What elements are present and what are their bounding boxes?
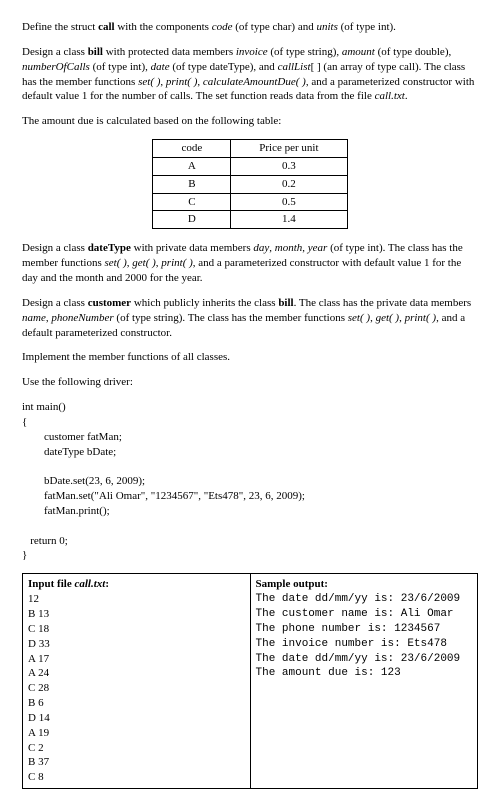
driver-code: int main() { customer fatMan; dateType b… [22,400,478,563]
text: (of type double), [375,46,451,58]
table-row: D 1.4 [153,211,347,229]
kw-month: month [275,242,303,254]
text: (of type int), [90,61,151,73]
para-struct: Define the struct call with the componen… [22,20,478,35]
para-implement: Implement the member functions of all cl… [22,350,478,365]
text: Design a class [22,297,88,309]
text: with the components [115,21,212,33]
kw-set: set( ) [104,257,126,269]
kw-calltxt: call.txt [375,90,405,102]
cell-code: D [153,211,231,229]
text: . [405,90,408,102]
text: (of type int). [338,21,396,33]
kw-calcamount: calculateAmountDue( ) [203,76,306,88]
kw-year: year [308,242,328,254]
kw-datetype: dateType [88,242,131,254]
text: (of type dateType), and [170,61,278,73]
cell-code: A [153,157,231,175]
kw-call: call [98,21,115,33]
kw-invoice: invoice [236,46,268,58]
text: which publicly inherits the class [131,297,278,309]
kw-print: print( ) [161,257,192,269]
cell-price: 1.4 [231,211,347,229]
text: (of type string). The class has the memb… [114,312,348,324]
kw-get: get( ) [132,257,156,269]
para-table-intro: The amount due is calculated based on th… [22,114,478,129]
kw-customer: customer [88,297,131,309]
kw-date: date [151,61,170,73]
kw-print: print( ) [166,76,197,88]
kw-code: code [212,21,233,33]
table-row: code Price per unit [153,140,347,158]
table-row: B 0.2 [153,175,347,193]
kw-bill: bill [88,46,103,58]
text: (of type string), [268,46,342,58]
text: (of type char) and [232,21,316,33]
kw-units: units [316,21,337,33]
table-row: Input file call.txt: 12 B 13 C 18 D 33 A… [23,574,478,789]
kw-bill: bill [278,297,293,309]
kw-set: set( ) [138,76,160,88]
kw-calllist: callList [278,61,311,73]
cell-output: Sample output: The date dd/mm/yy is: 23/… [250,574,478,789]
kw-amount: amount [342,46,375,58]
text: Design a class [22,242,88,254]
cell-code: B [153,175,231,193]
text: Input file [28,578,74,590]
kw-numberofcalls: numberOfCalls [22,61,90,73]
para-driver: Use the following driver: [22,375,478,390]
text: with protected data members [103,46,236,58]
cell-price: 0.2 [231,175,347,193]
input-body: 12 B 13 C 18 D 33 A 17 A 24 C 28 B 6 D 1… [28,592,245,785]
text: with private data members [131,242,254,254]
kw-print: print( ) [405,312,436,324]
para-datetype: Design a class dateType with private dat… [22,241,478,286]
table-row: C 0.5 [153,193,347,211]
kw-set: set( ) [348,312,370,324]
io-table: Input file call.txt: 12 B 13 C 18 D 33 A… [22,573,478,789]
cell-price: 0.5 [231,193,347,211]
cell-code: C [153,193,231,211]
para-customer: Design a class customer which publicly i… [22,296,478,341]
text: . The class has the private data members [294,297,472,309]
th-code: code [153,140,231,158]
th-price: Price per unit [231,140,347,158]
price-table: code Price per unit A 0.3 B 0.2 C 0.5 D … [152,139,347,229]
table-row: A 0.3 [153,157,347,175]
kw-day: day [253,242,269,254]
cell-price: 0.3 [231,157,347,175]
text: Define the struct [22,21,98,33]
output-body: The date dd/mm/yy is: 23/6/2009 The cust… [256,592,473,681]
kw-phonenumber: phoneNumber [51,312,113,324]
kw-calltxt: call.txt [74,578,105,590]
text: : [105,578,109,590]
kw-name: name [22,312,46,324]
input-head: Input file call.txt: [28,577,245,592]
kw-get: get( ) [376,312,400,324]
cell-input: Input file call.txt: 12 B 13 C 18 D 33 A… [23,574,251,789]
para-bill: Design a class bill with protected data … [22,45,478,104]
text: Design a class [22,46,88,58]
output-head: Sample output: [256,577,473,592]
